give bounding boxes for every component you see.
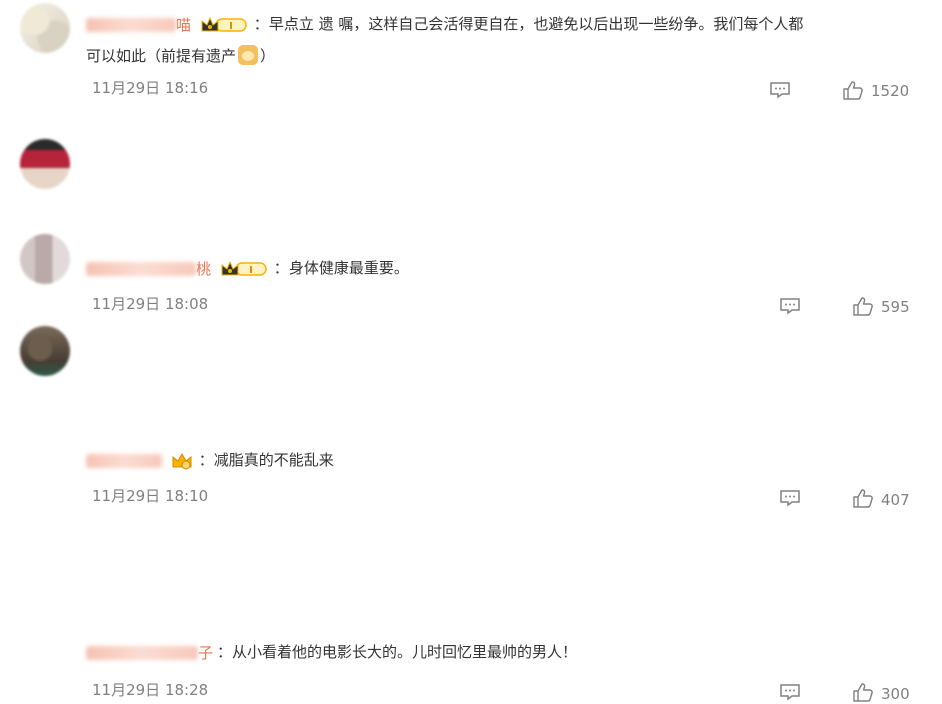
username[interactable]: 喵 — [86, 13, 191, 37]
small-crown-badge-icon[interactable] — [171, 451, 193, 471]
reply-icon[interactable] — [779, 683, 801, 701]
username-blurred — [86, 454, 162, 468]
username-blurred — [86, 646, 198, 660]
username[interactable] — [86, 449, 162, 473]
username[interactable]: 子 — [86, 641, 213, 665]
like-count: 300 — [881, 685, 910, 703]
comment-item: 子 ：从小看着他的电影长大的。儿时回忆里最帅的男人！ 11月29日 18:28 … — [0, 312, 942, 703]
reply-icon[interactable] — [769, 81, 791, 99]
comment-text: 减脂真的不能乱来 — [213, 451, 334, 469]
comment-text: 从小看着他的电影长大的。儿时回忆里最帅的男人！ — [232, 643, 578, 661]
timestamp: 11月29日 18:16 — [92, 79, 209, 97]
comment-text: 早点立 遗 嘱，这样自己会活得更自在，也避免以后出现一些纷争。我们每个人都 — [268, 15, 804, 33]
dog-face-icon — [238, 45, 259, 65]
like-count: 1520 — [871, 82, 910, 100]
comment-text-continued: 可以如此（前提有遗产） — [86, 45, 276, 65]
comment-line: 子 ：从小看着他的电影长大的。儿时回忆里最帅的男人！ — [86, 640, 577, 665]
like-thumb-icon[interactable] — [852, 682, 874, 702]
like-thumb-icon[interactable] — [842, 80, 864, 100]
comment-line: ：减脂真的不能乱来 — [86, 448, 334, 473]
crown-vip-badge-icon[interactable]: I — [200, 16, 248, 34]
comment-line: 喵 I ：早点立 遗 嘱，这样自己会活得更自在，也避免以后出现一些纷争。我们每个… — [86, 12, 803, 37]
comment-item: 喵 I ：早点立 遗 嘱，这样自己会活得更自在，也避免以后出现一些纷争。我们每个… — [0, 0, 942, 120]
svg-text:I: I — [229, 21, 233, 32]
reply-icon[interactable] — [779, 489, 801, 507]
avatar[interactable] — [20, 139, 70, 189]
timestamp: 11月29日 18:28 — [92, 681, 209, 699]
comment-item: 桃 I ：身体健康最重要。 11月29日 18:08 595 — [0, 120, 942, 316]
avatar[interactable] — [20, 3, 70, 53]
like-thumb-icon[interactable] — [852, 488, 874, 508]
avatar[interactable] — [20, 326, 70, 376]
avatar[interactable] — [20, 234, 70, 284]
username-blurred — [86, 18, 176, 32]
timestamp: 11月29日 18:10 — [92, 487, 209, 505]
comment-item: ：减脂真的不能乱来 11月29日 18:10 407 — [0, 216, 942, 509]
like-count: 407 — [881, 491, 910, 509]
